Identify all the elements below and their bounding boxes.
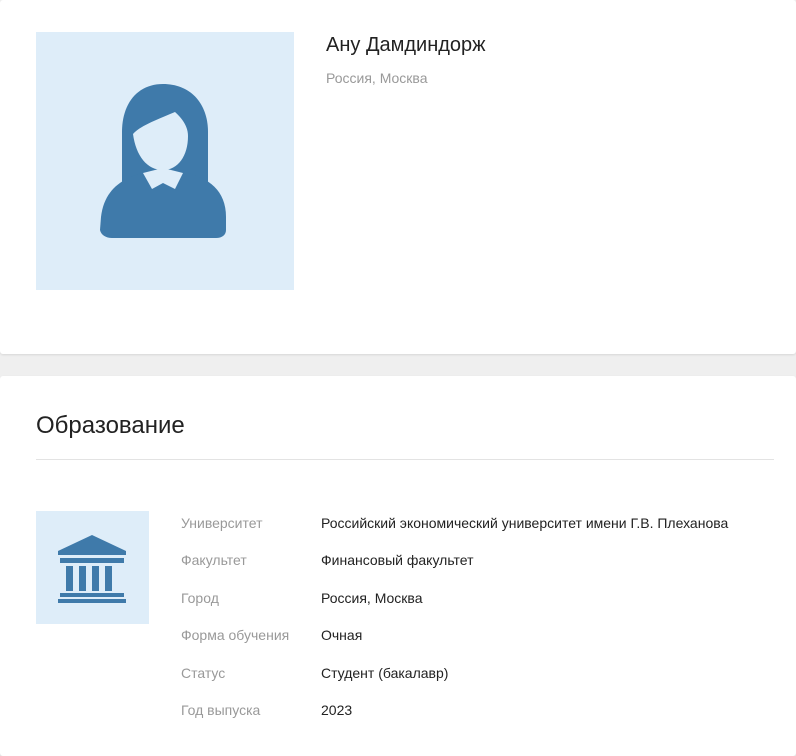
section-title: Образование — [36, 412, 185, 439]
edu-value: Россия, Москва — [321, 590, 423, 606]
edu-value: Очная — [321, 627, 363, 643]
edu-value[interactable]: Финансовый факультет — [321, 550, 474, 570]
education-card: Образование Университет Российский эконо… — [0, 376, 796, 756]
edu-label: Факультет — [181, 552, 247, 568]
university-logo[interactable] — [36, 511, 149, 624]
edu-value: 2023 — [321, 702, 353, 718]
university-icon — [58, 535, 126, 603]
edu-label: Год выпуска — [181, 702, 261, 718]
profile-name[interactable]: Ану Дамдиндорж — [326, 34, 486, 57]
edu-label: Форма обучения — [181, 627, 290, 643]
edu-value: Студент (бакалавр) — [321, 665, 449, 681]
profile-card: Ану Дамдиндорж Россия, Москва — [0, 0, 796, 354]
divider — [36, 459, 774, 460]
female-user-icon — [100, 84, 226, 238]
profile-location: Россия, Москва — [326, 70, 428, 86]
edu-label: Статус — [181, 665, 226, 681]
avatar[interactable] — [36, 32, 294, 290]
edu-label: Город — [181, 590, 219, 606]
edu-label: Университет — [181, 515, 263, 531]
edu-value[interactable]: Российский экономический университет име… — [321, 513, 728, 533]
